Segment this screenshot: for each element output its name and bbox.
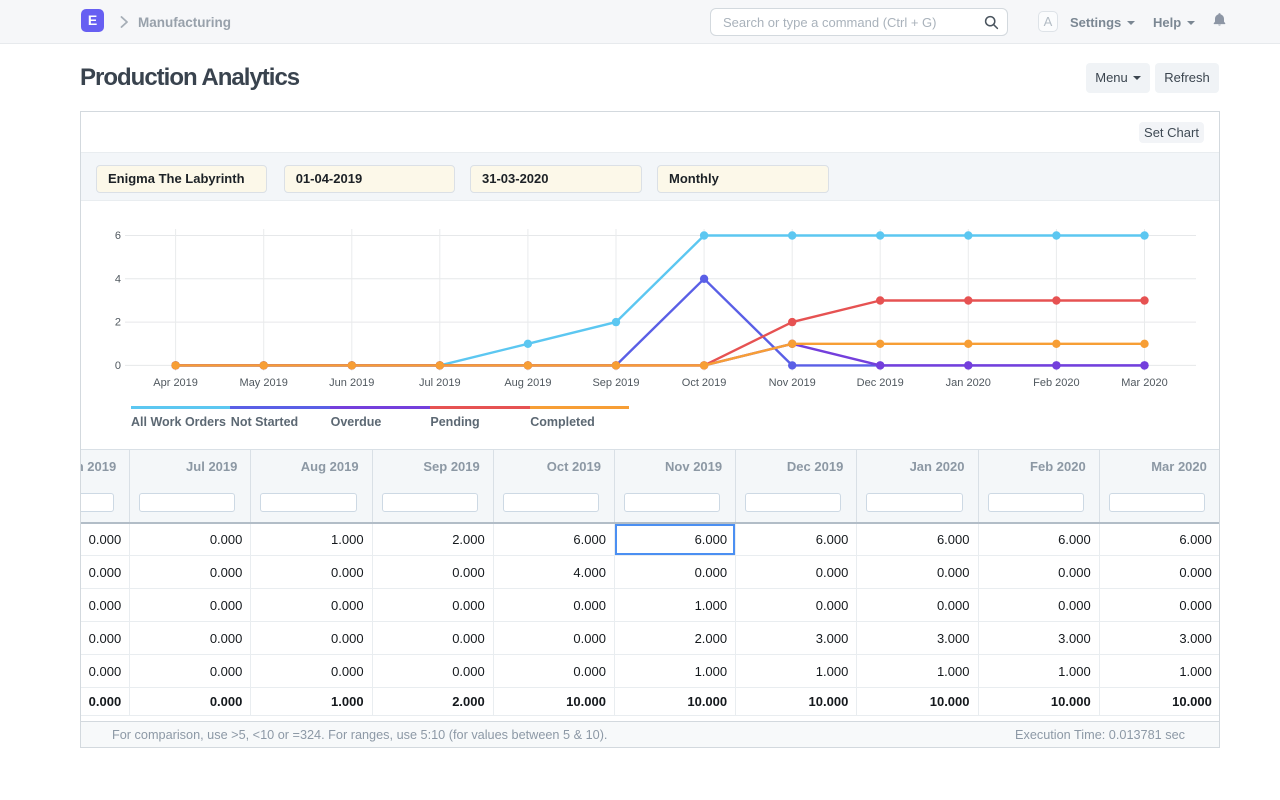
svg-text:Dec 2019: Dec 2019 [857, 377, 904, 389]
svg-text:Aug 2019: Aug 2019 [504, 377, 551, 389]
svg-text:Jan 2020: Jan 2020 [946, 377, 991, 389]
svg-text:Nov 2019: Nov 2019 [769, 377, 816, 389]
svg-text:Jun 2019: Jun 2019 [329, 377, 374, 389]
svg-text:0: 0 [115, 360, 121, 372]
svg-text:Mar 2020: Mar 2020 [1121, 377, 1167, 389]
svg-text:Sep 2019: Sep 2019 [592, 377, 639, 389]
svg-text:May 2019: May 2019 [240, 377, 288, 389]
svg-text:4: 4 [115, 273, 121, 285]
svg-text:Oct 2019: Oct 2019 [682, 377, 727, 389]
svg-text:2: 2 [115, 317, 121, 329]
svg-text:Jul 2019: Jul 2019 [419, 377, 461, 389]
svg-text:Apr 2019: Apr 2019 [153, 377, 198, 389]
svg-text:Feb 2020: Feb 2020 [1033, 377, 1079, 389]
svg-text:6: 6 [115, 230, 121, 242]
